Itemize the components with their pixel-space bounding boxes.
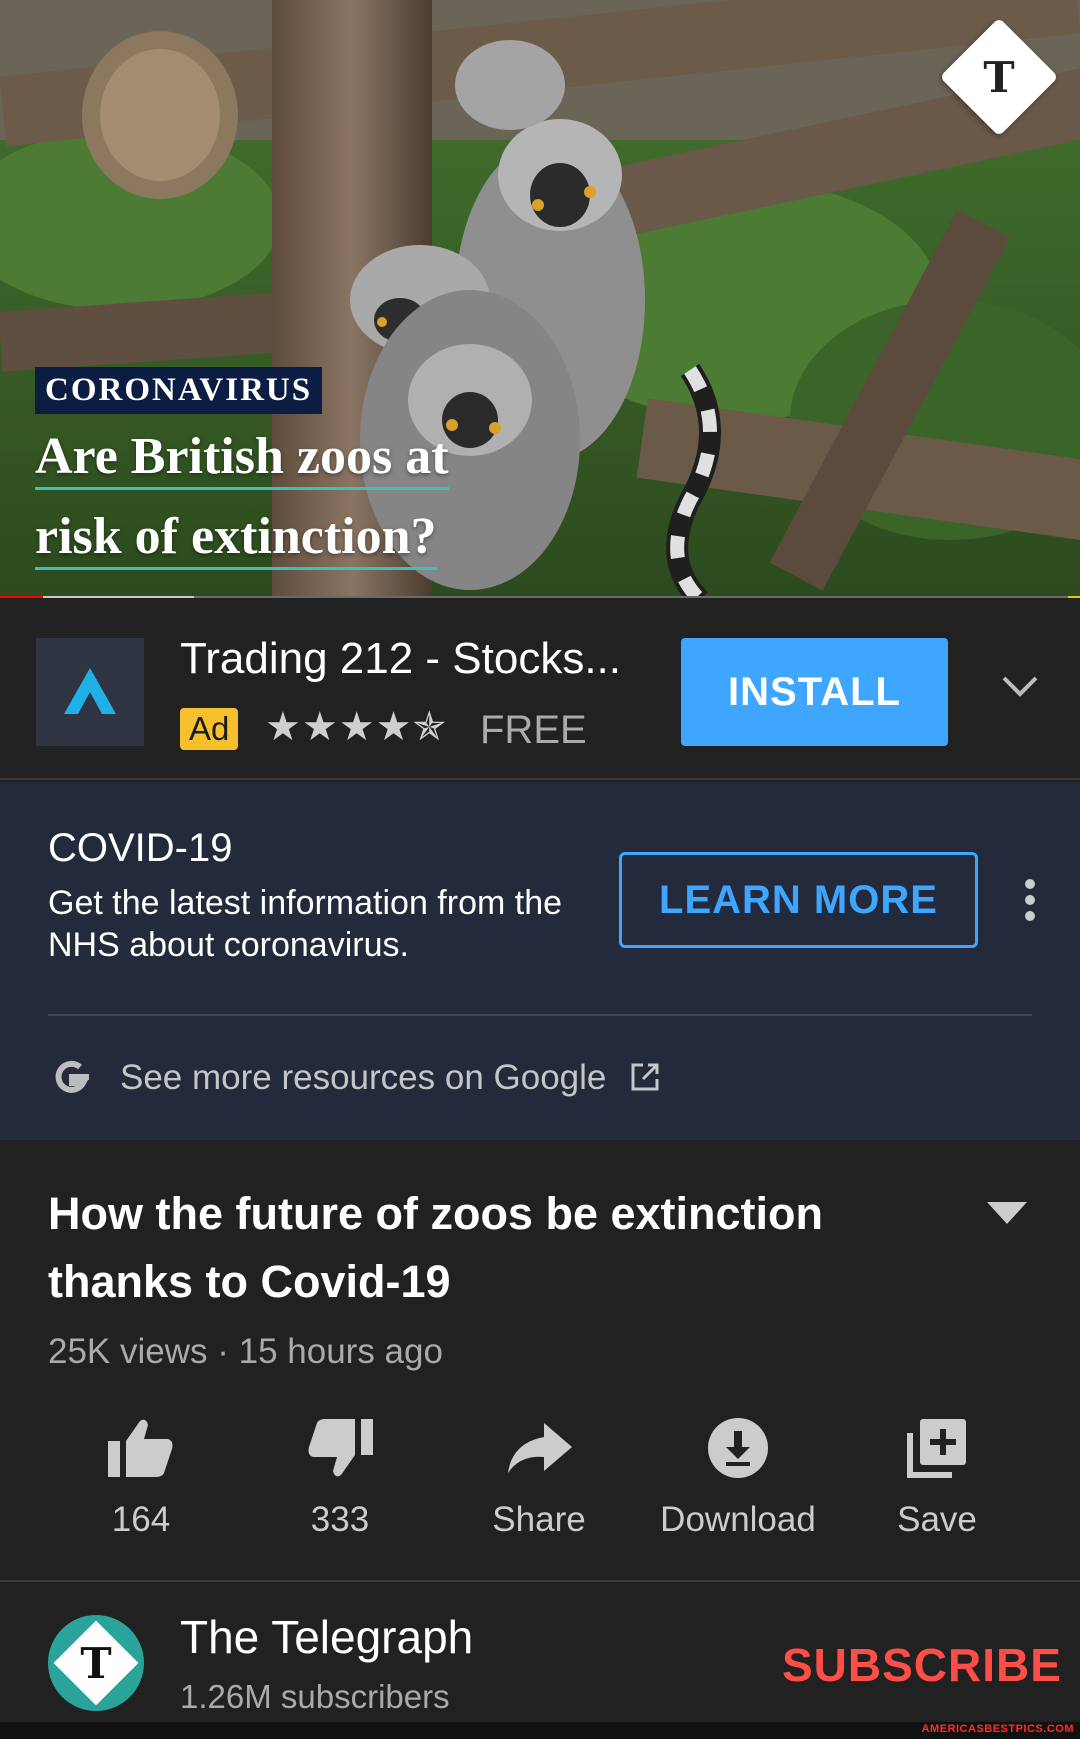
- ad-badge: Ad: [180, 708, 239, 750]
- avatar-glyph: T: [80, 1638, 112, 1688]
- telegraph-logo-badge: T: [939, 17, 1059, 137]
- more-options-icon[interactable]: [1020, 878, 1040, 922]
- covid-divider: [48, 1014, 1032, 1016]
- google-resources-link[interactable]: See more resources on Google: [120, 1058, 606, 1098]
- external-link-icon[interactable]: [630, 1062, 660, 1092]
- video-actions-bar: 164 333 Share Download Save: [0, 1410, 1080, 1550]
- download-button[interactable]: Download: [638, 1410, 838, 1550]
- trading212-logo-icon: [64, 668, 116, 714]
- thumbs-down-icon: [308, 1419, 373, 1477]
- subscribe-button[interactable]: SUBSCRIBE: [782, 1638, 1062, 1692]
- covid-title: COVID-19: [48, 826, 233, 870]
- like-button[interactable]: 164: [41, 1410, 241, 1550]
- telegraph-logo-glyph: T: [983, 52, 1015, 102]
- share-button[interactable]: Share: [439, 1410, 639, 1550]
- google-g-icon: [55, 1060, 89, 1093]
- trading212-logo: [36, 638, 144, 746]
- ad-price: FREE: [480, 708, 587, 752]
- save-button[interactable]: Save: [837, 1410, 1037, 1550]
- covid-info-panel: COVID-19 Get the latest information from…: [0, 782, 1080, 1140]
- like-count: 164: [111, 1500, 171, 1539]
- bottom-strip: [0, 1722, 1080, 1739]
- download-label: Download: [660, 1500, 816, 1539]
- ad-title[interactable]: Trading 212 - Stocks...: [180, 634, 660, 684]
- channel-name[interactable]: The Telegraph: [180, 1610, 473, 1664]
- progress-ad-marker: [1068, 596, 1080, 598]
- channel-avatar[interactable]: T: [48, 1615, 144, 1711]
- dislike-count: 333: [310, 1500, 370, 1539]
- actions-divider: [0, 1580, 1080, 1582]
- video-progress-bar[interactable]: [0, 596, 1080, 598]
- video-meta: 25K views · 15 hours ago: [48, 1332, 443, 1371]
- expand-description-icon[interactable]: [987, 1202, 1027, 1224]
- save-icon: [907, 1419, 966, 1478]
- video-headline: Are British zoos at risk of extinction?: [35, 417, 595, 577]
- thumbs-up-icon: [108, 1419, 173, 1477]
- share-icon: [508, 1423, 572, 1473]
- video-title[interactable]: How the future of zoos be extinction tha…: [48, 1180, 908, 1316]
- chevron-down-icon[interactable]: [1000, 674, 1040, 700]
- video-player[interactable]: T CORONAVIRUS Are British zoos at risk o…: [0, 0, 1080, 598]
- save-label: Save: [897, 1500, 977, 1539]
- channel-subscriber-count: 1.26M subscribers: [180, 1678, 450, 1715]
- share-label: Share: [492, 1500, 586, 1539]
- progress-played: [0, 596, 44, 598]
- headline-line-1: Are British zoos at: [35, 428, 449, 490]
- learn-more-button[interactable]: LEARN MORE: [619, 852, 978, 948]
- watermark: AMERICASBESTPICS.COM: [921, 1723, 1074, 1735]
- covid-body-text: Get the latest information from the NHS …: [48, 884, 563, 964]
- ad-rating-stars: ★★★★✯: [265, 704, 447, 750]
- video-kicker: CORONAVIRUS: [35, 367, 323, 414]
- download-icon: [708, 1418, 768, 1478]
- dislike-button[interactable]: 333: [240, 1410, 440, 1550]
- install-button[interactable]: INSTALL: [681, 638, 948, 746]
- headline-line-2: risk of extinction?: [35, 508, 437, 570]
- ad-row[interactable]: Trading 212 - Stocks... Ad ★★★★✯ FREE IN…: [0, 602, 1080, 780]
